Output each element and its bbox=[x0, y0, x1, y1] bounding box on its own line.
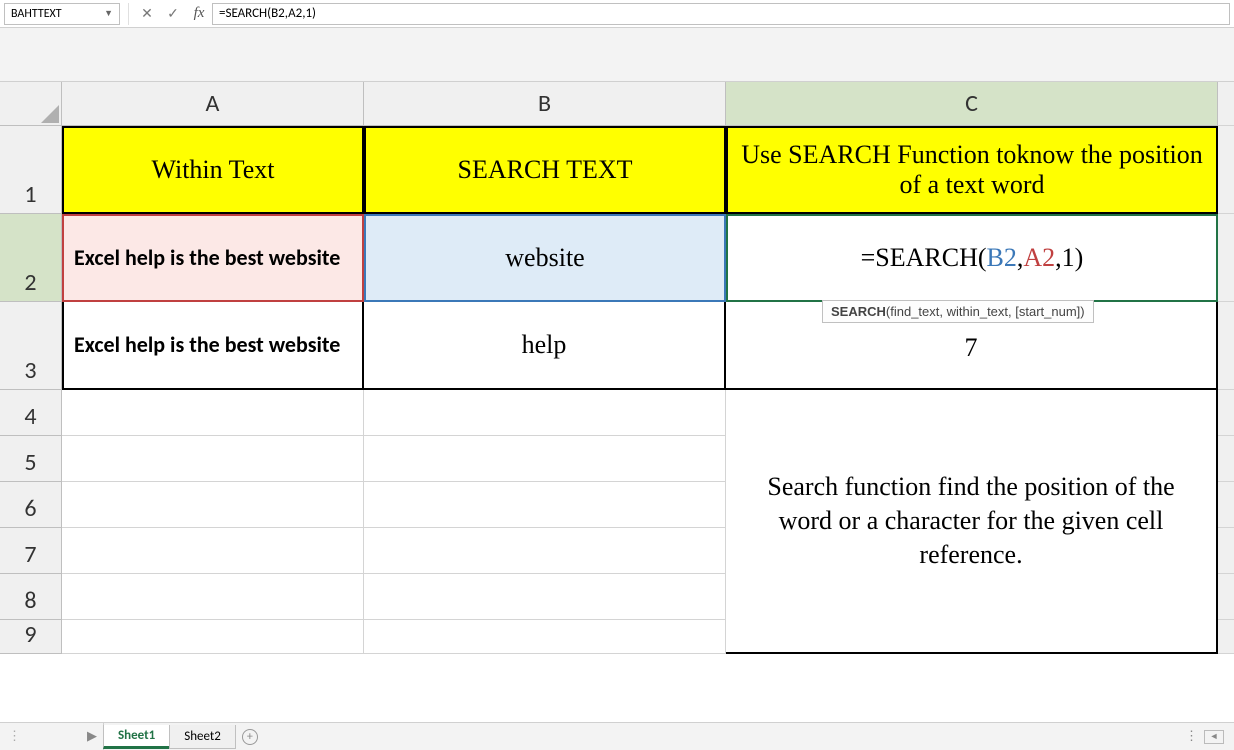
column-header-c[interactable]: C bbox=[726, 82, 1218, 126]
chevron-down-icon[interactable]: ▼ bbox=[104, 8, 113, 19]
function-tooltip: SEARCH(find_text, within_text, [start_nu… bbox=[822, 300, 1094, 323]
cell-b1[interactable]: SEARCH TEXT bbox=[364, 126, 726, 214]
gutter bbox=[1218, 214, 1234, 302]
gutter bbox=[1218, 620, 1234, 654]
cell-c3[interactable]: SEARCH(find_text, within_text, [start_nu… bbox=[726, 302, 1218, 390]
cell-a6[interactable] bbox=[62, 482, 364, 528]
formula-display: =SEARCH(B2,A2,1) bbox=[861, 243, 1084, 273]
cell-b2[interactable]: website bbox=[364, 214, 726, 302]
plus-icon: + bbox=[242, 729, 258, 745]
cancel-formula-button[interactable]: ✕ bbox=[134, 3, 160, 25]
spreadsheet-grid: A B C 1 Within Text SEARCH TEXT Use SEAR… bbox=[0, 82, 1234, 654]
cell-b9[interactable] bbox=[364, 620, 726, 654]
scroll-left-button[interactable]: ◄ bbox=[1204, 730, 1224, 744]
gutter bbox=[1218, 302, 1234, 390]
sheet-tab-2[interactable]: Sheet2 bbox=[169, 725, 236, 749]
cell-c1[interactable]: Use SEARCH Function toknow the position … bbox=[726, 126, 1218, 214]
name-box-value: BAHTTEXT bbox=[11, 7, 104, 21]
select-all-corner[interactable] bbox=[0, 82, 62, 126]
cell-b5[interactable] bbox=[364, 436, 726, 482]
cell-b3[interactable]: help bbox=[364, 302, 726, 390]
row-header-7[interactable]: 7 bbox=[0, 528, 62, 574]
ribbon-spacer bbox=[0, 28, 1234, 82]
drag-dots-icon[interactable]: ⋮ bbox=[1185, 729, 1198, 744]
tab-scroll-controls: ⋮ ◄ bbox=[1185, 729, 1234, 744]
column-header-a[interactable]: A bbox=[62, 82, 364, 126]
add-sheet-button[interactable]: + bbox=[236, 725, 264, 749]
row-header-9[interactable]: 9 bbox=[0, 620, 62, 654]
cell-c4-c9-note[interactable]: Search function find the position of the… bbox=[726, 390, 1218, 654]
row-header-8[interactable]: 8 bbox=[0, 574, 62, 620]
column-header-b[interactable]: B bbox=[364, 82, 726, 126]
cell-a5[interactable] bbox=[62, 436, 364, 482]
gutter bbox=[1218, 436, 1234, 482]
cell-a2[interactable]: Excel help is the best website bbox=[62, 214, 364, 302]
cell-b4[interactable] bbox=[364, 390, 726, 436]
cell-b6[interactable] bbox=[364, 482, 726, 528]
gutter bbox=[1218, 82, 1234, 126]
tab-nav-area[interactable]: ▶ bbox=[0, 723, 104, 750]
sheet-tab-1[interactable]: Sheet1 bbox=[103, 725, 170, 749]
row-header-6[interactable]: 6 bbox=[0, 482, 62, 528]
gutter bbox=[1218, 574, 1234, 620]
row-header-1[interactable]: 1 bbox=[0, 126, 62, 214]
cell-a9[interactable] bbox=[62, 620, 364, 654]
cell-c2[interactable]: =SEARCH(B2,A2,1) bbox=[726, 214, 1218, 302]
formula-input[interactable]: =SEARCH(B2,A2,1) bbox=[212, 3, 1230, 25]
row-header-2[interactable]: 2 bbox=[0, 214, 62, 302]
cell-a7[interactable] bbox=[62, 528, 364, 574]
cell-a4[interactable] bbox=[62, 390, 364, 436]
fx-icon[interactable]: fx bbox=[186, 3, 212, 25]
gutter bbox=[1218, 390, 1234, 436]
gutter bbox=[1218, 482, 1234, 528]
formula-text: =SEARCH(B2,A2,1) bbox=[219, 6, 316, 21]
cell-a1[interactable]: Within Text bbox=[62, 126, 364, 214]
cell-a8[interactable] bbox=[62, 574, 364, 620]
cell-b7[interactable] bbox=[364, 528, 726, 574]
row-header-5[interactable]: 5 bbox=[0, 436, 62, 482]
row-header-4[interactable]: 4 bbox=[0, 390, 62, 436]
gutter bbox=[1218, 528, 1234, 574]
cell-b8[interactable] bbox=[364, 574, 726, 620]
row-header-3[interactable]: 3 bbox=[0, 302, 62, 390]
sheet-tab-bar: ▶ Sheet1 Sheet2 + ⋮ ◄ bbox=[0, 722, 1234, 750]
gutter bbox=[1218, 126, 1234, 214]
confirm-formula-button[interactable]: ✓ bbox=[160, 3, 186, 25]
name-box[interactable]: BAHTTEXT ▼ bbox=[4, 3, 120, 25]
formula-bar: BAHTTEXT ▼ ✕ ✓ fx =SEARCH(B2,A2,1) bbox=[0, 0, 1234, 28]
cell-a3[interactable]: Excel help is the best website bbox=[62, 302, 364, 390]
